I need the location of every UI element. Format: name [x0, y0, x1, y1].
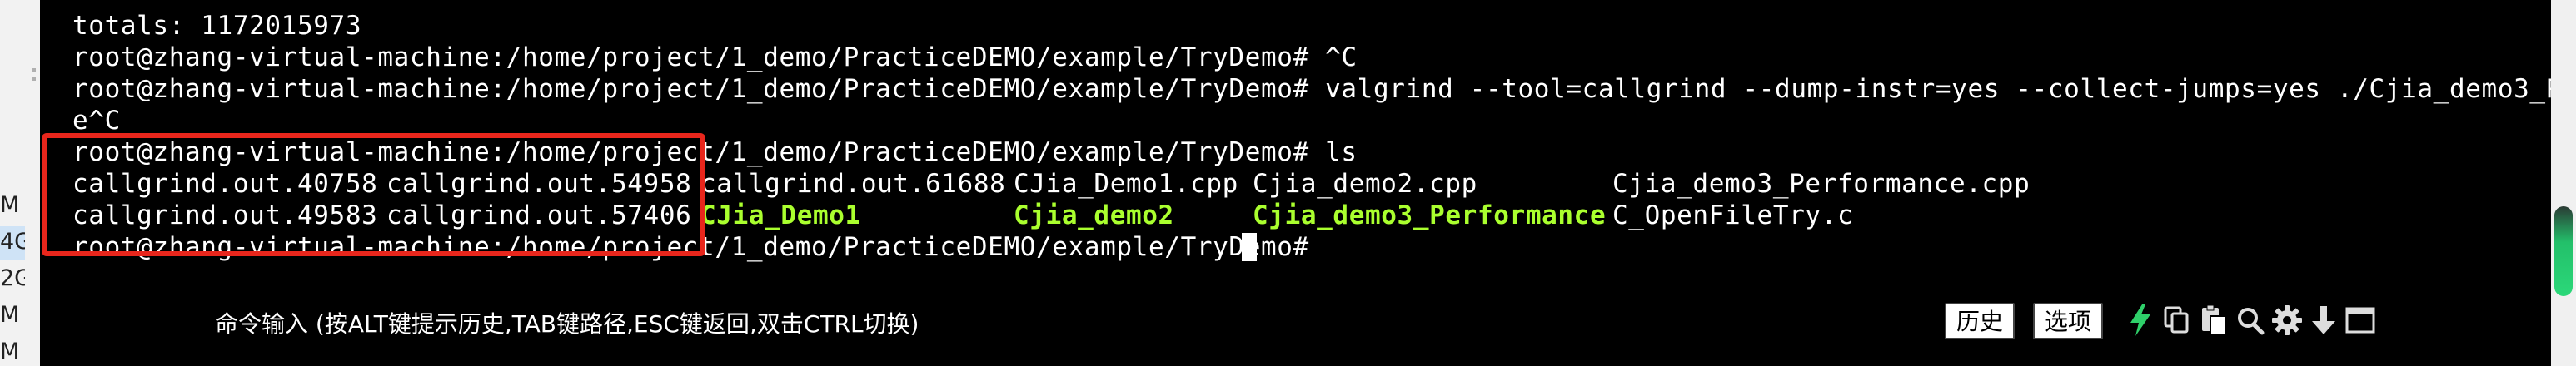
search-icon[interactable]: [2234, 303, 2267, 338]
left-panel-text: M: [0, 339, 20, 364]
red-highlight-box: [42, 133, 705, 256]
terminal-line: totals: 1172015973: [72, 11, 362, 41]
options-button[interactable]: 选项: [2033, 303, 2104, 339]
screen: M 4G 2G M M totals: 1172015973 root@zhan…: [0, 0, 2576, 366]
terminal-line: root@zhang-virtual-machine:/home/project…: [72, 74, 2576, 104]
left-panel-text: M: [0, 303, 20, 328]
window-icon[interactable]: [2344, 303, 2377, 338]
file-entry: Cjia_demo2.cpp: [1253, 169, 1477, 199]
scrollbar-thumb[interactable]: [2554, 206, 2573, 296]
left-panel-text: 4G: [0, 230, 25, 255]
vertical-scrollbar[interactable]: [2551, 0, 2576, 366]
file-entry: callgrind.out.61688: [700, 169, 1006, 199]
command-input-hint: 命令输入 (按ALT键提示历史,TAB键路径,ESC键返回,双击CTRL切换): [215, 310, 919, 338]
left-panel-text: M: [0, 193, 20, 218]
splitter-grip[interactable]: [32, 68, 36, 72]
executable-entry: CJia_Demo1: [700, 200, 861, 230]
left-panel-text: 2G: [0, 266, 25, 291]
executable-entry: Cjia_demo2: [1014, 200, 1174, 230]
splitter-grip[interactable]: [32, 77, 36, 81]
executable-entry: Cjia_demo3_Performance: [1253, 200, 1607, 230]
text-cursor: [1242, 233, 1257, 261]
history-button[interactable]: 历史: [1945, 303, 2015, 339]
terminal-line: root@zhang-virtual-machine:/home/project…: [72, 42, 1358, 72]
download-arrow-icon[interactable]: [2307, 303, 2340, 338]
file-entry: C_OpenFileTry.c: [1612, 200, 1854, 230]
left-side-panel: M 4G 2G M M: [0, 0, 40, 366]
file-entry: Cjia_demo3_Performance.cpp: [1612, 169, 2030, 199]
command-input-bar[interactable]: 命令输入 (按ALT键提示历史,TAB键路径,ESC键返回,双击CTRL切换) …: [42, 266, 2551, 366]
copy-icon[interactable]: [2160, 303, 2194, 338]
terminal-line: e^C: [72, 106, 121, 136]
lightning-icon[interactable]: [2124, 303, 2157, 338]
gear-icon[interactable]: [2270, 303, 2304, 338]
file-entry: CJia_Demo1.cpp: [1014, 169, 1238, 199]
paste-icon[interactable]: [2197, 303, 2230, 338]
